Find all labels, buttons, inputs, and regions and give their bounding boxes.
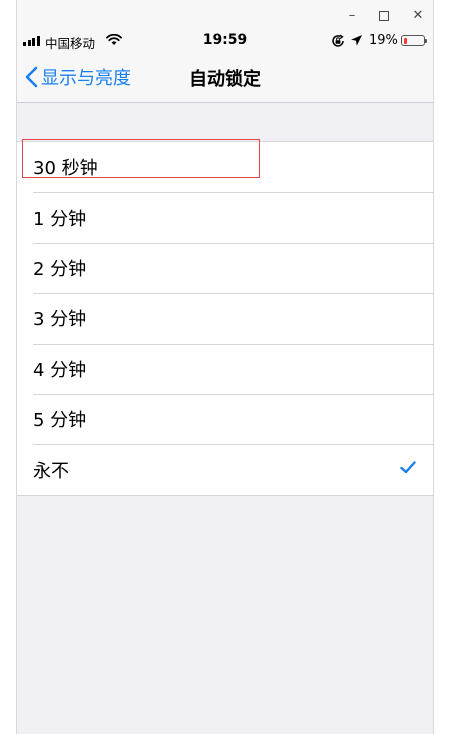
status-bar: 中国移动 19:59 19% — [17, 30, 433, 52]
option-label: 4 分钟 — [33, 359, 87, 381]
phone-window: – ✕ 中国移动 19:59 19% 显示与亮度 自动锁定 30 秒钟 1 分钟… — [16, 0, 434, 734]
window-controls: – ✕ — [17, 0, 433, 30]
rotation-lock-icon — [332, 34, 344, 47]
auto-lock-options: 30 秒钟 1 分钟 2 分钟 3 分钟 4 分钟 5 分钟 永不 — [17, 141, 433, 496]
navigation-bar: 显示与亮度 自动锁定 — [17, 52, 433, 103]
option-row-never[interactable]: 永不 — [17, 444, 433, 494]
option-label: 3 分钟 — [33, 309, 87, 331]
option-row-1-minute[interactable]: 1 分钟 — [17, 192, 433, 242]
checkmark-icon — [400, 461, 416, 474]
option-row-5-minutes[interactable]: 5 分钟 — [17, 393, 433, 444]
battery-percent: 19% — [369, 33, 398, 48]
page-title: 自动锁定 — [189, 69, 261, 90]
option-row-3-minutes[interactable]: 3 分钟 — [17, 293, 433, 343]
battery-icon — [401, 35, 427, 46]
option-row-2-minutes[interactable]: 2 分钟 — [17, 242, 433, 293]
option-row-4-minutes[interactable]: 4 分钟 — [17, 343, 433, 394]
option-label: 1 分钟 — [33, 208, 87, 230]
close-button[interactable]: ✕ — [410, 8, 426, 24]
maximize-button[interactable] — [376, 8, 392, 24]
option-row-30-seconds[interactable]: 30 秒钟 — [17, 142, 433, 192]
minimize-button[interactable]: – — [344, 8, 360, 24]
option-label: 永不 — [33, 460, 69, 482]
option-label: 30 秒钟 — [33, 158, 98, 180]
maximize-icon — [379, 11, 389, 21]
location-icon — [351, 35, 362, 46]
option-label: 2 分钟 — [33, 258, 87, 280]
option-label: 5 分钟 — [33, 410, 87, 432]
